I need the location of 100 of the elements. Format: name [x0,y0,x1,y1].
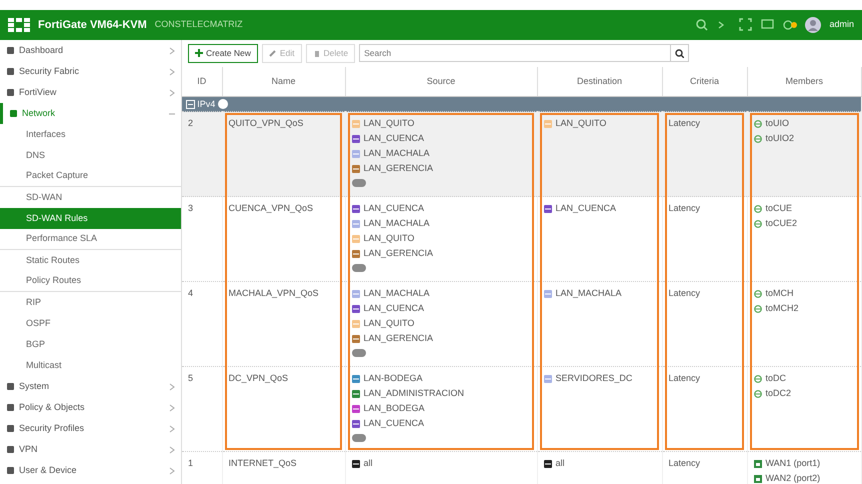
id-cell: 1 [182,452,222,484]
sidebar-subitem[interactable]: Packet Capture [0,166,181,187]
plus-icon [195,49,203,58]
address-name: LAN_CUENCA [364,417,424,430]
address-name: LAN_CUENCA [556,202,616,216]
sidebar-subitem[interactable]: SD-WAN [0,187,181,208]
sidebar-subitem[interactable]: BGP [0,334,181,355]
tunnel-icon [754,134,762,143]
id-cell: 3 [182,196,222,282]
address-name: LAN-BODEGA [364,372,423,386]
sidebar-item[interactable]: VPN [0,439,181,460]
member-name: WAN2 (port2) [766,472,820,484]
menu-item-icon [6,88,15,97]
create-button[interactable]: Create New [188,44,258,63]
id-cell: 4 [182,282,222,367]
sidebar-item[interactable]: User & Device [0,460,181,481]
sidebar-item[interactable]: Security Fabric [0,61,181,82]
name-cell: QUITO_VPN_QoS [222,112,345,197]
chevron-icon [169,466,175,474]
sidebar-subitem[interactable]: Interfaces [0,124,181,145]
sidebar-subitem[interactable]: Performance SLA [0,229,181,250]
hostname: CONSTELECMATRIZ [154,18,243,32]
criteria-cell: Latency [662,196,747,282]
address-name: LAN_MACHALA [364,147,430,160]
chevron-icon [169,404,175,412]
chevron-icon [169,68,175,76]
search-icon[interactable] [695,18,710,32]
user-name[interactable]: admin [829,18,854,32]
more-icon[interactable] [352,264,366,272]
grid-logo-icon [8,18,30,32]
address-name: LAN_QUITO [556,117,606,130]
address-name: LAN_CUENCA [364,302,424,316]
address-name: all [556,457,565,470]
more-icon[interactable] [352,179,366,188]
address-name: LAN_GERENCIA [364,162,434,176]
sidebar-subitem[interactable]: SD-WAN Rules [0,208,181,229]
member-name: toUIO2 [766,132,794,146]
address-name: LAN_MACHALA [364,287,430,300]
sidebar-subitem[interactable]: RIP [0,292,181,313]
group-label: IPv4 [197,98,216,110]
address-name: LAN_QUITO [364,117,414,130]
sidebar-subitem[interactable]: OSPF [0,313,181,334]
menu-item-icon [6,424,15,433]
count-icon [218,99,228,110]
tunnel-icon [754,204,762,213]
member-name: toMCH2 [766,302,799,316]
address-name: LAN_GERENCIA [364,332,434,346]
sidebar-item[interactable]: Dashboard [0,40,181,61]
member-name: toDC2 [766,387,792,400]
search-icon [675,48,684,58]
criteria-cell: Latency [662,366,747,452]
address-name: LAN_MACHALA [364,217,430,230]
search-field[interactable]: Search [359,44,672,62]
fullscreen-icon[interactable] [739,18,754,32]
address-name: LAN_BODEGA [364,402,425,416]
member-name: toDC [766,372,786,386]
more-icon[interactable] [352,349,366,358]
menu-item-icon [6,46,15,55]
address-name: LAN_ADMINISTRACION [364,387,464,400]
sidebar-subitem[interactable]: DNS [0,145,181,166]
sidebar-subitem[interactable]: Static Routes [0,250,181,271]
tunnel-icon [754,120,762,128]
chevron-icon [169,382,175,390]
member-name: WAN1 (port1) [766,457,820,470]
chevron-icon [169,424,175,432]
chevron-icon [169,446,175,454]
id-cell: 5 [182,366,222,452]
address-name: LAN_QUITO [364,317,414,330]
member-name: toUIO [766,117,790,130]
tunnel-icon [754,374,762,383]
sidebar-item[interactable]: Security Profiles [0,418,181,439]
name-cell: INTERNET_QoS [222,452,345,484]
more-icon[interactable] [352,434,366,442]
menu-item-icon [6,445,15,454]
product-title: FortiGate VM64-KVM [38,18,147,33]
name-cell: DC_VPN_QoS [222,366,345,452]
criteria-cell: Latency [662,452,747,484]
address-name: LAN_MACHALA [556,287,622,300]
tunnel-icon [754,220,762,228]
sidebar-item[interactable]: System [0,376,181,397]
address-name: LAN_CUENCA [364,132,424,146]
menu-item-icon [6,382,15,391]
tunnel-icon [754,290,762,298]
id-cell: 2 [182,112,222,197]
search-button[interactable] [671,44,690,62]
address-name: SERVIDORES_DC [556,372,632,386]
name-cell: CUENCA_VPN_QoS [222,196,345,282]
chevron-icon [169,88,175,96]
tunnel-icon [754,390,762,398]
menu-item-icon [6,403,15,412]
sidebar-item[interactable]: Policy & Objects [0,397,181,418]
chevron-icon [169,46,175,54]
sidebar-subitem[interactable]: Multicast [0,355,181,376]
address-name: LAN_QUITO [364,232,414,246]
name-cell: MACHALA_VPN_QoS [222,282,345,367]
criteria-cell: Latency [662,112,747,197]
sidebar-item[interactable]: FortiView [0,82,181,103]
avatar-icon [805,17,822,33]
tunnel-icon [754,304,762,313]
sidebar-subitem[interactable]: Policy Routes [0,271,181,292]
